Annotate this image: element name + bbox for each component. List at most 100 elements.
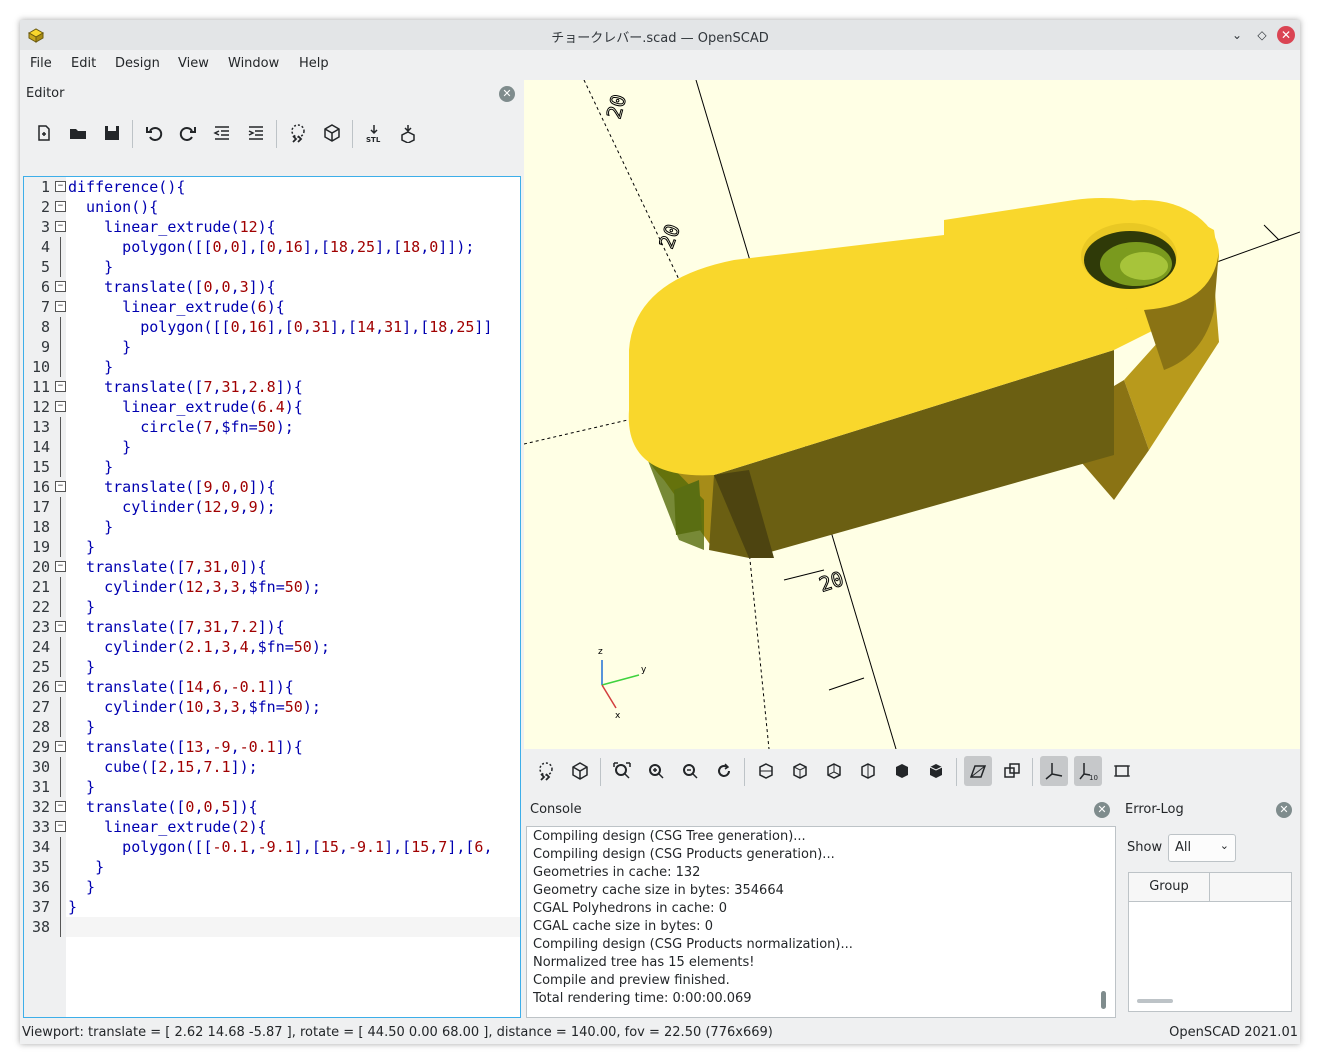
- code-line[interactable]: 17 cylinder(12,9,9);: [24, 497, 520, 517]
- code-line[interactable]: 31 }: [24, 777, 520, 797]
- 3d-viewport[interactable]: 20 20 20 z y x: [524, 80, 1300, 749]
- redo-icon[interactable]: [174, 118, 202, 148]
- code-line[interactable]: 1− difference(){: [24, 177, 520, 197]
- code-line[interactable]: 2− union(){: [24, 197, 520, 217]
- close-window-button[interactable]: ✕: [1277, 26, 1295, 44]
- perspective-icon[interactable]: [964, 756, 992, 786]
- code-line[interactable]: 30 cube([2,15,7.1]);: [24, 757, 520, 777]
- fold-toggle-icon[interactable]: −: [55, 181, 66, 192]
- code-line[interactable]: 20− translate([7,31,0]){: [24, 557, 520, 577]
- code-line[interactable]: 21 cylinder(12,3,3,$fn=50);: [24, 577, 520, 597]
- menu-window[interactable]: Window: [228, 56, 279, 71]
- console-output[interactable]: Compiling design (CSG Tree generation)..…: [526, 826, 1116, 1018]
- show-axes-icon[interactable]: [1040, 756, 1068, 786]
- column-header-blank[interactable]: [1210, 873, 1291, 902]
- zoom-in-icon[interactable]: [642, 756, 670, 786]
- fold-toggle-icon[interactable]: −: [55, 401, 66, 412]
- maximize-button[interactable]: ◇: [1253, 26, 1271, 44]
- code-line[interactable]: 15 }: [24, 457, 520, 477]
- code-line[interactable]: 18 }: [24, 517, 520, 537]
- fold-toggle-icon[interactable]: −: [55, 381, 66, 392]
- menu-file[interactable]: File: [30, 56, 52, 71]
- menu-help[interactable]: Help: [299, 56, 329, 71]
- open-file-icon[interactable]: [64, 118, 92, 148]
- code-line[interactable]: 14 }: [24, 437, 520, 457]
- code-line[interactable]: 6− translate([0,0,3]){: [24, 277, 520, 297]
- fold-toggle-icon[interactable]: −: [55, 801, 66, 812]
- view-left-icon[interactable]: [854, 756, 882, 786]
- code-line[interactable]: 27 cylinder(10,3,3,$fn=50);: [24, 697, 520, 717]
- orthogonal-icon[interactable]: [998, 756, 1026, 786]
- fold-toggle-icon[interactable]: −: [55, 821, 66, 832]
- new-file-icon[interactable]: [30, 118, 58, 148]
- close-errorlog-icon[interactable]: ✕: [1276, 802, 1292, 818]
- code-line[interactable]: 25 }: [24, 657, 520, 677]
- code-line[interactable]: 38: [24, 917, 520, 937]
- code-line[interactable]: 19 }: [24, 537, 520, 557]
- code-line[interactable]: 37}: [24, 897, 520, 917]
- fold-toggle-icon[interactable]: −: [55, 481, 66, 492]
- render-icon[interactable]: [566, 756, 594, 786]
- code-line[interactable]: 34 polygon([[-0.1,-9.1],[15,-9.1],[15,7]…: [24, 837, 520, 857]
- code-line[interactable]: 5 }: [24, 257, 520, 277]
- view-right-icon[interactable]: [752, 756, 780, 786]
- view-top-icon[interactable]: [786, 756, 814, 786]
- code-line[interactable]: 12− linear_extrude(6.4){: [24, 397, 520, 417]
- fold-toggle-icon[interactable]: −: [55, 281, 66, 292]
- code-line[interactable]: 23− translate([7,31,7.2]){: [24, 617, 520, 637]
- view-all-icon[interactable]: [608, 756, 636, 786]
- fold-toggle-icon[interactable]: −: [55, 201, 66, 212]
- fold-toggle-icon[interactable]: −: [55, 301, 66, 312]
- errorlog-table[interactable]: Group: [1128, 872, 1292, 1012]
- close-editor-icon[interactable]: ✕: [499, 86, 515, 102]
- save-icon[interactable]: [98, 118, 126, 148]
- code-line[interactable]: 28 }: [24, 717, 520, 737]
- code-editor[interactable]: 1− difference(){2− union(){3− linear_extr…: [23, 176, 521, 1018]
- send-to-print-icon[interactable]: [394, 118, 422, 148]
- code-line[interactable]: 24 cylinder(2.1,3,4,$fn=50);: [24, 637, 520, 657]
- code-line[interactable]: 16− translate([9,0,0]){: [24, 477, 520, 497]
- code-line[interactable]: 29− translate([13,-9,-0.1]){: [24, 737, 520, 757]
- fold-toggle-icon[interactable]: −: [55, 221, 66, 232]
- code-line[interactable]: 9 }: [24, 337, 520, 357]
- reset-view-icon[interactable]: [710, 756, 738, 786]
- code-line[interactable]: 32− translate([0,0,5]){: [24, 797, 520, 817]
- code-line[interactable]: 22 }: [24, 597, 520, 617]
- fold-toggle-icon[interactable]: −: [55, 741, 66, 752]
- code-line[interactable]: 33− linear_extrude(2){: [24, 817, 520, 837]
- show-edges-icon[interactable]: [1108, 756, 1136, 786]
- show-scale-markers-icon[interactable]: 10: [1074, 756, 1102, 786]
- view-bottom-icon[interactable]: [820, 756, 848, 786]
- undo-icon[interactable]: [140, 118, 168, 148]
- close-console-icon[interactable]: ✕: [1094, 802, 1110, 818]
- fold-toggle-icon[interactable]: −: [55, 681, 66, 692]
- show-filter-select[interactable]: All ⌄: [1168, 834, 1236, 862]
- unindent-icon[interactable]: [208, 118, 236, 148]
- errorlog-scrollbar[interactable]: [1137, 999, 1173, 1003]
- code-line[interactable]: 36 }: [24, 877, 520, 897]
- code-line[interactable]: 4 polygon([[0,0],[0,16],[18,25],[18,0]])…: [24, 237, 520, 257]
- code-line[interactable]: 7− linear_extrude(6){: [24, 297, 520, 317]
- menu-edit[interactable]: Edit: [71, 56, 96, 71]
- indent-icon[interactable]: [242, 118, 270, 148]
- view-front-icon[interactable]: [888, 756, 916, 786]
- view-back-icon[interactable]: [922, 756, 950, 786]
- preview-icon[interactable]: [284, 118, 312, 148]
- code-line[interactable]: 13 circle(7,$fn=50);: [24, 417, 520, 437]
- code-line[interactable]: 11− translate([7,31,2.8]){: [24, 377, 520, 397]
- code-line[interactable]: 3− linear_extrude(12){: [24, 217, 520, 237]
- console-scrollbar[interactable]: [1101, 991, 1106, 1009]
- minimize-button[interactable]: ⌄: [1228, 26, 1246, 44]
- zoom-out-icon[interactable]: [676, 756, 704, 786]
- menu-design[interactable]: Design: [115, 56, 160, 71]
- code-line[interactable]: 8 polygon([[0,16],[0,31],[14,31],[18,25]…: [24, 317, 520, 337]
- fold-toggle-icon[interactable]: −: [55, 561, 66, 572]
- code-line[interactable]: 35 }: [24, 857, 520, 877]
- fold-toggle-icon[interactable]: −: [55, 621, 66, 632]
- export-stl-icon[interactable]: STL: [360, 118, 388, 148]
- code-line[interactable]: 26− translate([14,6,-0.1]){: [24, 677, 520, 697]
- menu-view[interactable]: View: [178, 56, 209, 71]
- preview-icon[interactable]: [532, 756, 560, 786]
- code-line[interactable]: 10 }: [24, 357, 520, 377]
- column-header-group[interactable]: Group: [1129, 873, 1210, 902]
